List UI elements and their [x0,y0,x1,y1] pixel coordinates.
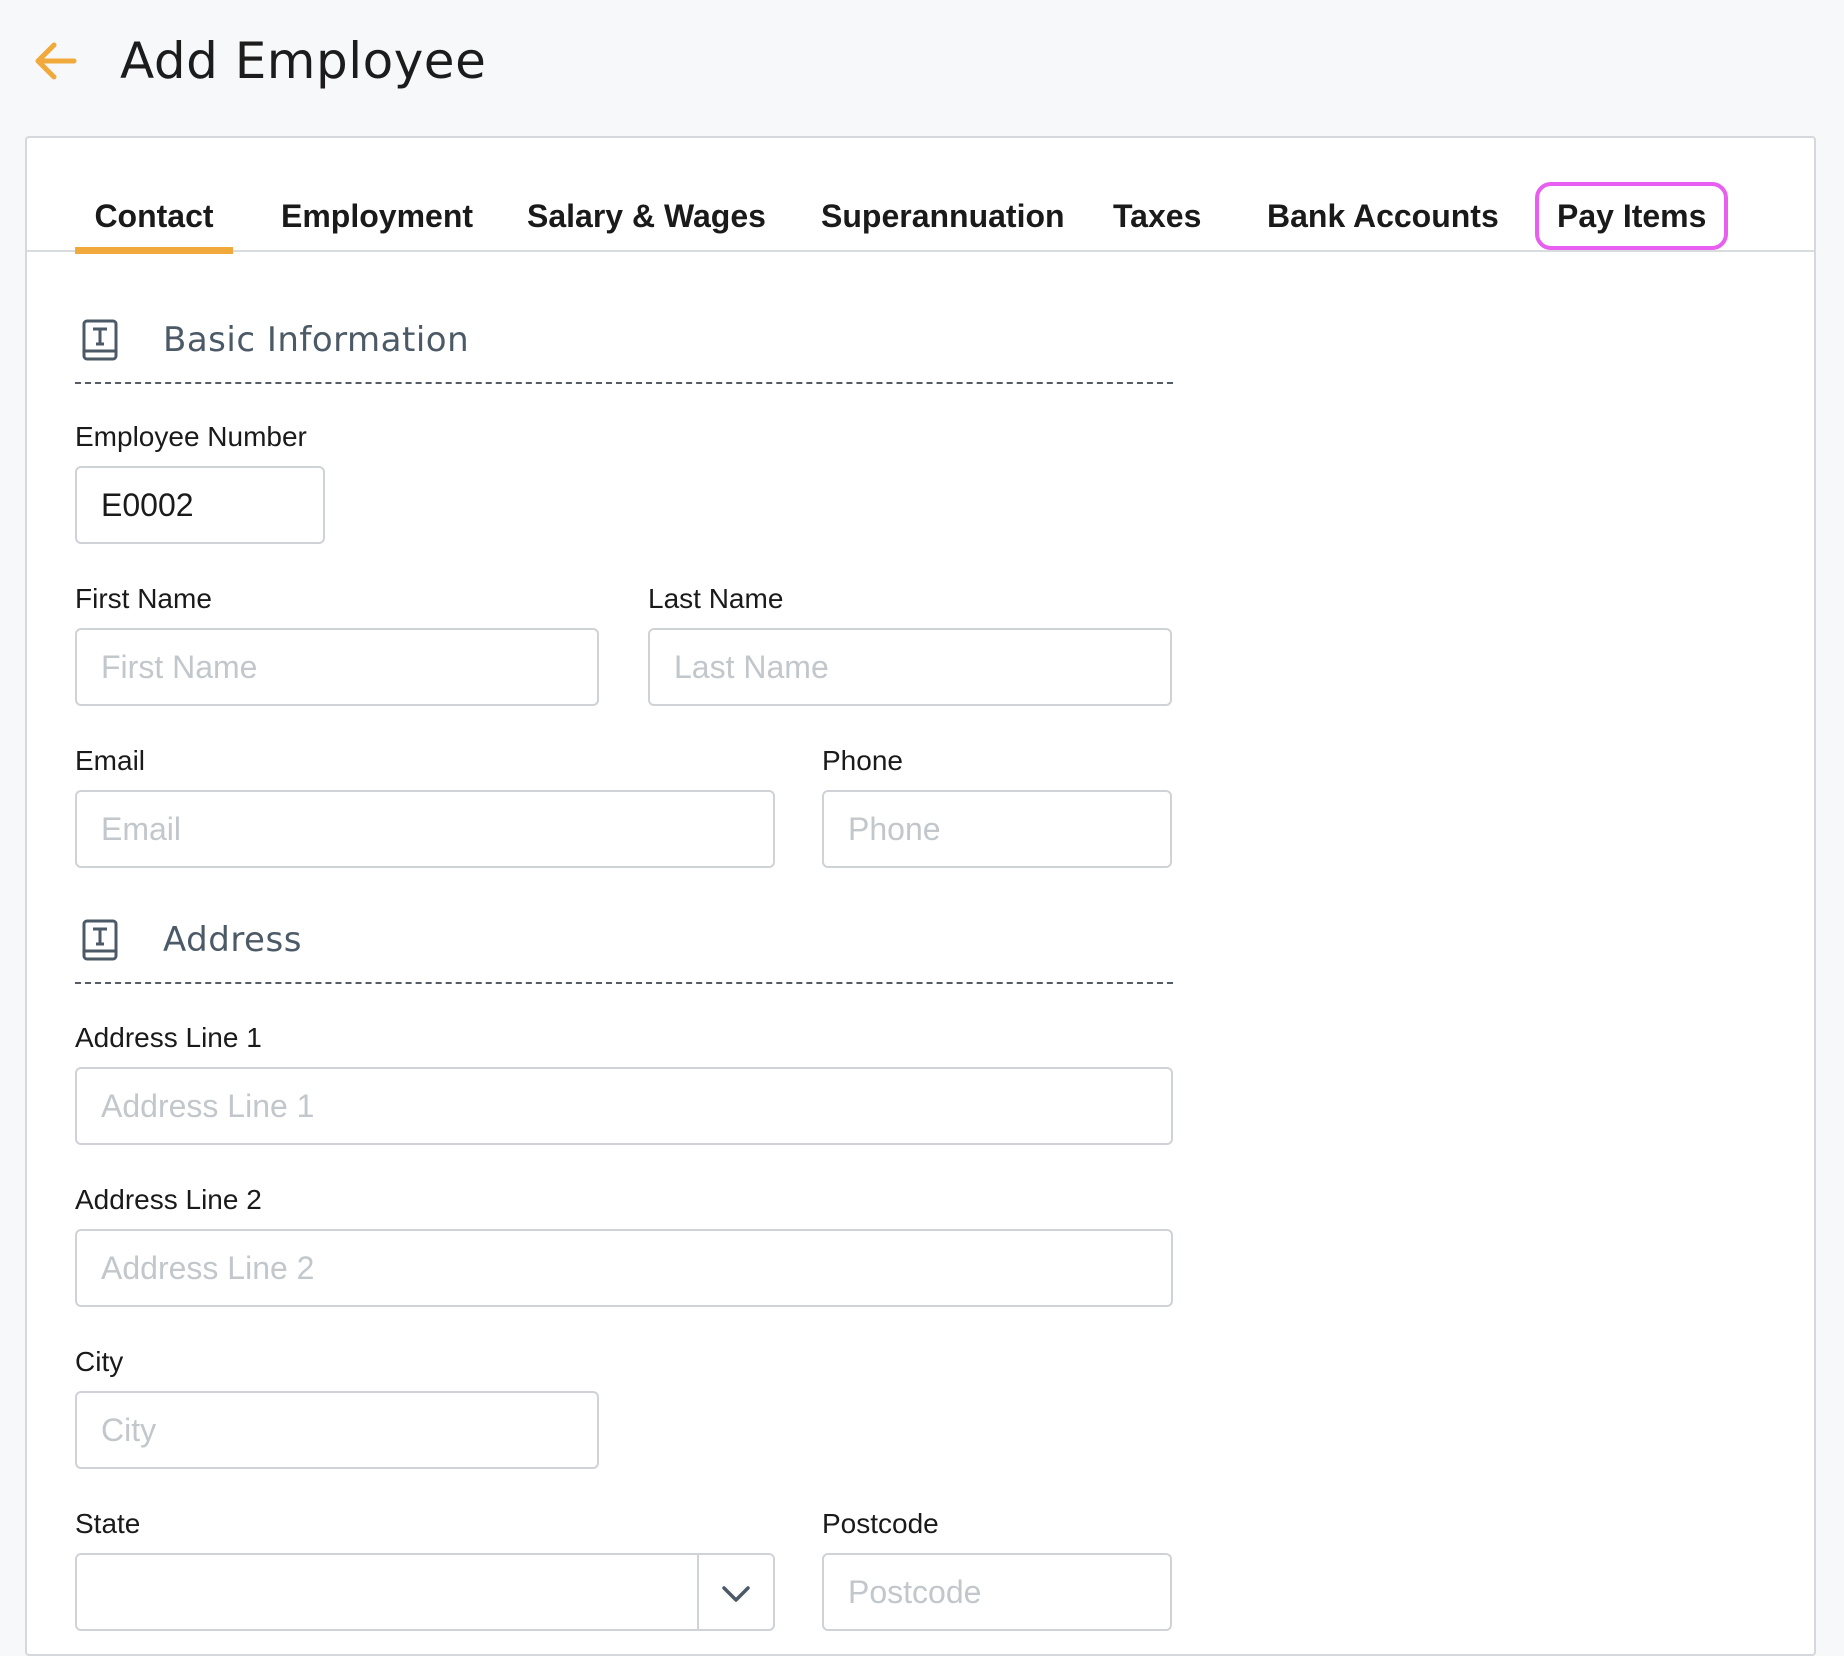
address-line-2-label: Address Line 2 [75,1184,262,1215]
text-document-icon [82,319,118,361]
tab-salary-wages[interactable]: Salary & Wages [527,194,766,252]
tab-superannuation[interactable]: Superannuation [821,194,1065,252]
tab-bar: Contact Employment Salary & Wages Supera… [27,138,1814,254]
phone-label: Phone [822,745,903,776]
section-title: Basic Information [163,320,470,360]
section-title: Address [163,920,302,960]
tab-contact[interactable]: Contact [75,194,233,254]
employee-form-card: Contact Employment Salary & Wages Supera… [25,136,1816,1656]
first-name-input[interactable] [75,628,599,706]
page-header: Add Employee [0,0,1844,120]
email-label: Email [75,745,146,776]
address-line-1-input[interactable] [75,1067,1173,1145]
phone-input[interactable] [822,790,1172,868]
state-select[interactable] [75,1553,775,1631]
postcode-label: Postcode [822,1508,939,1539]
chevron-down-icon[interactable] [719,1579,753,1609]
page-title: Add Employee [120,32,487,90]
basic-information-section-header: Basic Information [75,318,1173,384]
address-line-2-input[interactable] [75,1229,1173,1307]
tab-bank-accounts[interactable]: Bank Accounts [1267,194,1499,252]
email-input[interactable] [75,790,775,868]
last-name-input[interactable] [648,628,1172,706]
first-name-label: First Name [75,583,212,614]
employee-number-label: Employee Number [75,421,307,452]
tab-taxes[interactable]: Taxes [1113,194,1201,252]
text-document-icon [82,919,118,961]
postcode-input[interactable] [822,1553,1172,1631]
tab-employment[interactable]: Employment [281,194,473,252]
state-label: State [75,1508,141,1539]
last-name-label: Last Name [648,583,784,614]
city-input[interactable] [75,1391,599,1469]
select-divider [697,1555,699,1629]
employee-number-input[interactable] [75,466,325,544]
address-line-1-label: Address Line 1 [75,1022,262,1053]
arrow-left-icon[interactable] [30,36,80,86]
city-label: City [75,1346,124,1377]
tab-pay-items[interactable]: Pay Items [1535,182,1729,252]
address-section-header: Address [75,918,1173,984]
